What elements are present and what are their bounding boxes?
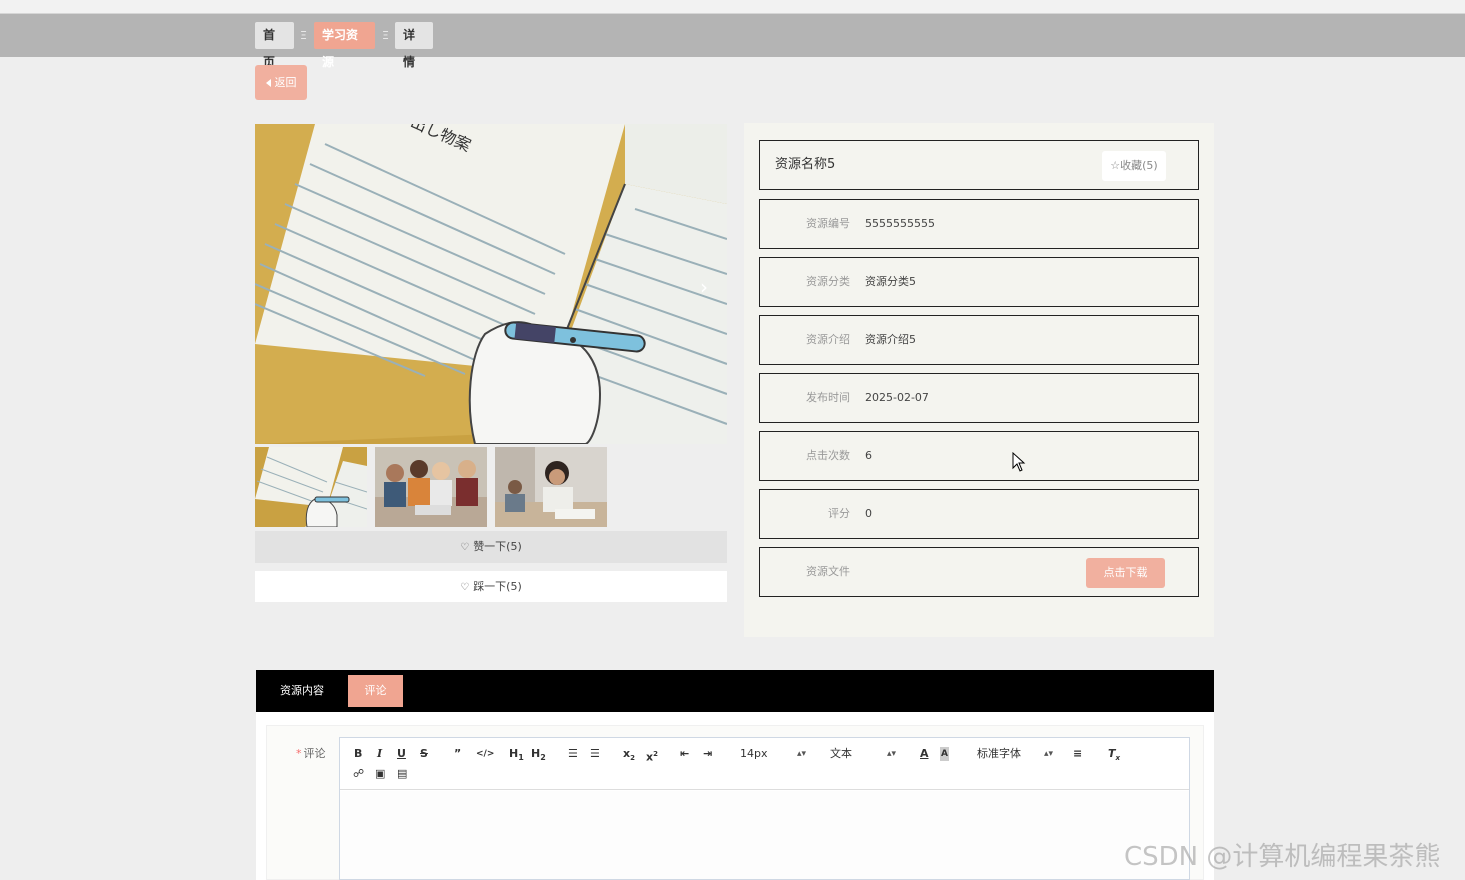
subscript-icon[interactable]: x2 [623,747,635,765]
image-icon[interactable]: ▣ [375,767,385,781]
info-label: 点击次数 [806,449,850,462]
thumbnail-3[interactable] [495,447,607,527]
bold-icon[interactable]: B [354,747,362,761]
font-size-value: 14px [740,747,768,760]
breadcrumb-separator: Ξ [300,29,307,42]
download-button[interactable]: 点击下载 [1086,558,1165,588]
info-value: 2025-02-07 [865,391,929,404]
ordered-list-icon[interactable]: ☰ [568,747,578,761]
comment-textarea[interactable] [340,791,1189,879]
comment-label: 评论 [303,747,326,760]
heading1-icon[interactable]: H1 [509,747,524,765]
info-row-code: 资源编号 5555555555 [759,199,1199,249]
svg-text:›: › [700,275,708,299]
comment-rich-editor: B I U S ” </> H1 H2 ☰ ☰ x2 x2 ⇤ ⇥ 14px ▴▾… [339,737,1190,880]
resource-title-row: 资源名称5 ☆收藏(5) [759,140,1199,190]
favorite-label: 收藏(5) [1120,159,1158,172]
font-family-select[interactable]: 标准字体 ▴▾ [977,747,1053,761]
breadcrumb [0,14,1465,57]
info-value: 6 [865,449,872,462]
star-icon: ☆ [1110,159,1121,172]
info-label: 发布时间 [806,391,850,404]
breadcrumb-detail[interactable]: 详情 [395,22,433,69]
info-value: 5555555555 [865,217,935,230]
heading2-icon[interactable]: H2 [531,747,546,765]
breadcrumb-separator: Ξ [382,29,389,42]
info-value: 资源介绍5 [865,333,916,346]
back-button-label: 返回 [274,76,297,89]
like-label: 赞一下(5) [473,540,522,553]
italic-icon[interactable]: I [377,747,382,761]
resource-name: 资源名称5 [775,157,836,172]
align-icon[interactable]: ≡ [1073,747,1082,761]
info-row-publish-time: 发布时间 2025-02-07 [759,373,1199,423]
mouse-cursor-icon [1012,452,1026,472]
student-photo-thumbnail [495,447,607,527]
tab-resource-content[interactable]: 资源内容 [270,675,334,707]
info-label: 评分 [828,507,850,520]
info-value: 0 [865,507,872,520]
video-icon[interactable]: ▤ [397,767,407,781]
like-button[interactable]: ♡ 赞一下(5) [255,531,727,563]
thumbnail-1[interactable] [255,447,367,527]
font-family-value: 标准字体 [977,747,1021,760]
thumbs-up-icon: ♡ [460,542,470,553]
dislike-label: 踩一下(5) [473,580,522,593]
blockquote-icon[interactable]: ” [454,747,461,761]
group-photo-thumbnail [375,447,487,527]
notebook-illustration: 出し物案 › [255,124,727,444]
info-label: 资源介绍 [806,333,850,346]
favorite-button[interactable]: ☆收藏(5) [1102,151,1166,181]
dislike-button[interactable]: ♡ 踩一下(5) [255,571,727,602]
detail-tabs: 资源内容 评论 [256,670,1214,712]
info-row-category: 资源分类 资源分类5 [759,257,1199,307]
select-arrows-icon: ▴▾ [886,749,896,759]
info-label: 资源分类 [806,275,850,288]
thumbnail-2[interactable] [375,447,487,527]
clear-format-icon[interactable]: Tx [1108,747,1120,765]
info-row-intro: 资源介绍 资源介绍5 [759,315,1199,365]
tab-comment[interactable]: 评论 [348,675,403,707]
underline-icon[interactable]: U [397,747,406,761]
top-strip [0,0,1465,14]
background-color-icon[interactable]: A [940,747,949,761]
text-type-value: 文本 [830,747,852,760]
info-row-clicks: 点击次数 6 [759,431,1199,481]
font-size-select[interactable]: 14px ▴▾ [740,747,806,761]
comment-field-label: * 评论 [296,745,326,761]
link-icon[interactable]: ☍ [353,767,364,781]
required-mark: * [296,747,302,760]
bullet-list-icon[interactable]: ☰ [590,747,600,761]
info-value: 资源分类5 [865,275,916,288]
strikethrough-icon[interactable]: S [420,747,428,761]
info-label: 资源编号 [806,217,850,230]
indent-icon[interactable]: ⇥ [703,747,712,761]
info-row-file: 资源文件 点击下载 [759,547,1199,597]
select-arrows-icon: ▴▾ [796,749,806,759]
resource-image-main[interactable]: 出し物案 › [255,124,727,444]
editor-toolbar: B I U S ” </> H1 H2 ☰ ☰ x2 x2 ⇤ ⇥ 14px ▴▾… [340,738,1189,790]
code-icon[interactable]: </> [476,747,494,761]
thumbs-down-icon: ♡ [460,582,470,593]
caret-left-icon [265,79,271,87]
info-row-rating: 评分 0 [759,489,1199,539]
text-type-select[interactable]: 文本 ▴▾ [830,747,896,761]
back-button[interactable]: 返回 [255,65,307,100]
watermark: CSDN @计算机编程果茶熊 [1124,842,1441,872]
notebook-thumbnail [255,447,367,527]
superscript-icon[interactable]: x2 [646,747,658,765]
info-label: 资源文件 [806,565,850,578]
breadcrumb-home[interactable]: 首页 [255,22,294,69]
outdent-icon[interactable]: ⇤ [680,747,689,761]
breadcrumb-resources[interactable]: 学习资源 [314,22,375,69]
select-arrows-icon: ▴▾ [1043,749,1053,759]
font-color-icon[interactable]: A [920,747,929,761]
